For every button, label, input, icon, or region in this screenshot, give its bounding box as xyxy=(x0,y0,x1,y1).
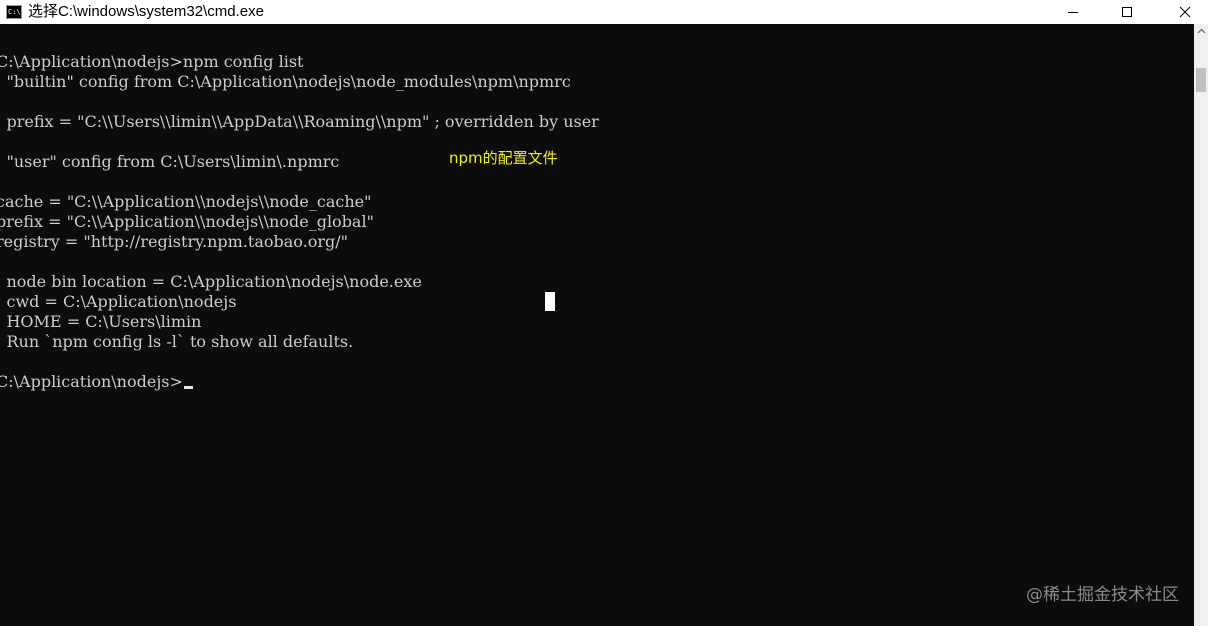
console-line: ; node bin location = C:\Application\nod… xyxy=(0,272,422,291)
console-line: ; Run `npm config ls -l` to show all def… xyxy=(0,332,354,351)
close-icon xyxy=(1179,6,1191,18)
minimize-icon xyxy=(1068,12,1078,13)
console-line: ; "user" config from C:\Users\limin\.npm… xyxy=(0,152,340,171)
vertical-scrollbar[interactable] xyxy=(1194,24,1208,626)
console-line: ; HOME = C:\Users\limin xyxy=(0,312,202,331)
scroll-up-button[interactable] xyxy=(1194,24,1208,38)
watermark: @稀土掘金技术社区 xyxy=(1026,585,1179,605)
console-output[interactable]: C:\Application\nodejs>npm config list ; … xyxy=(0,24,1194,626)
console-line: ; prefix = "C:\\Users\\limin\\AppData\\R… xyxy=(0,112,599,131)
prompt-text: C:\Application\nodejs> xyxy=(0,372,183,391)
scroll-thumb[interactable] xyxy=(1196,68,1206,92)
window-title: 选择C:\windows\system32\cmd.exe xyxy=(28,3,264,20)
console-line: registry = "http://registry.npm.taobao.o… xyxy=(0,232,348,251)
console-line: C:\Application\nodejs>npm config list xyxy=(0,52,304,71)
console-line: ; "builtin" config from C:\Application\n… xyxy=(0,72,571,91)
config-file-annotation: npm的配置文件 xyxy=(449,149,558,167)
block-cursor xyxy=(545,292,555,311)
title-bar[interactable]: C:\ 选择C:\windows\system32\cmd.exe xyxy=(0,0,1208,24)
close-button[interactable] xyxy=(1162,0,1208,24)
minimize-button[interactable] xyxy=(1050,0,1096,24)
console-line: ; cwd = C:\Application\nodejs xyxy=(0,292,237,311)
maximize-icon xyxy=(1122,7,1132,17)
chevron-up-icon xyxy=(1197,28,1205,34)
prompt-line[interactable]: C:\Application\nodejs> xyxy=(0,372,193,392)
console-line: cache = "C:\\Application\\nodejs\\node_c… xyxy=(0,192,372,211)
console-line: prefix = "C:\\Application\\nodejs\\node_… xyxy=(0,212,374,231)
text-caret xyxy=(183,386,193,389)
maximize-button[interactable] xyxy=(1104,0,1150,24)
console-app-icon[interactable]: C:\ xyxy=(6,5,22,19)
